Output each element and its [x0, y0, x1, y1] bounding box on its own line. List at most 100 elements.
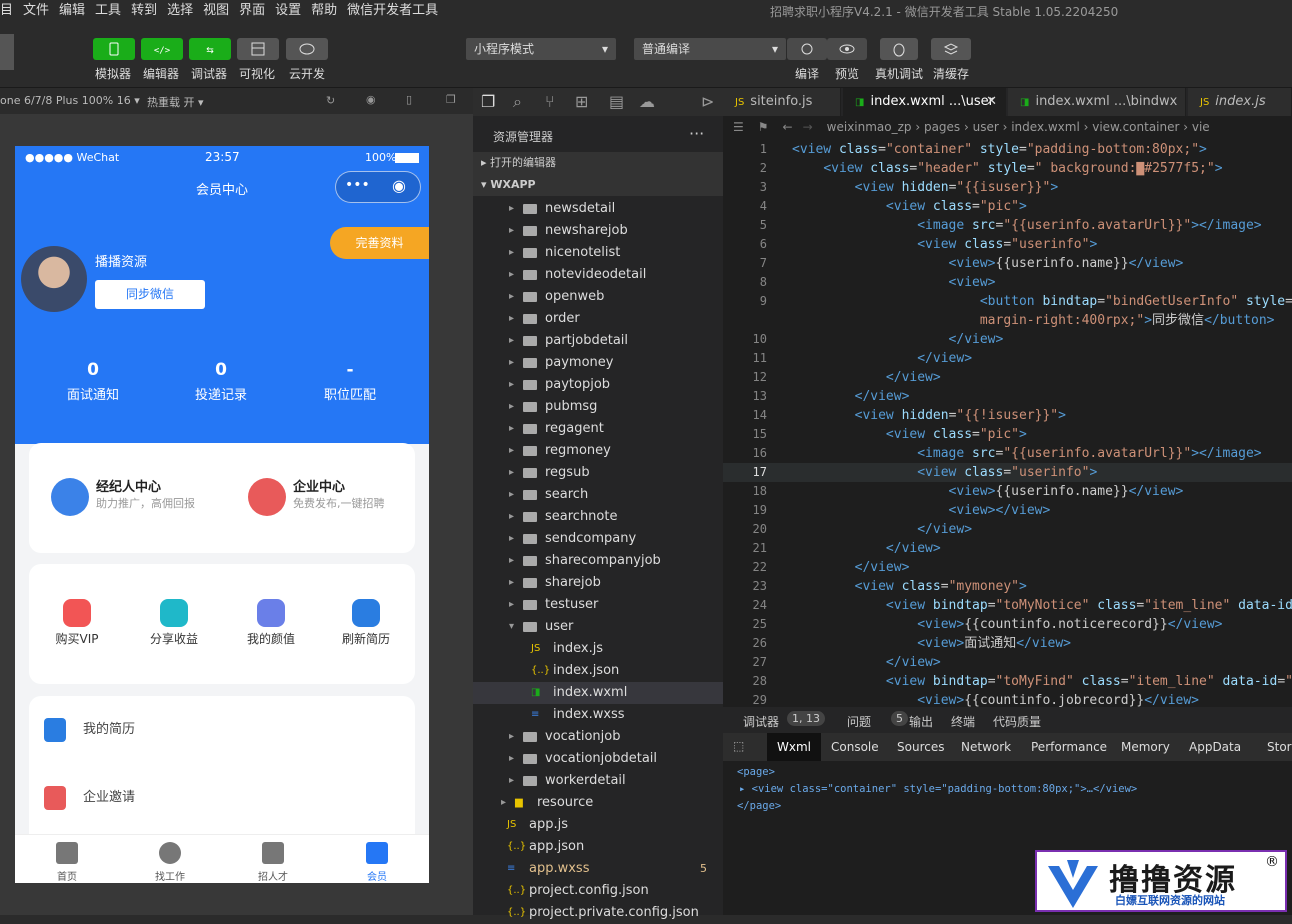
capsule-menu[interactable]: ••• ◉: [335, 171, 421, 203]
back-icon[interactable]: ←: [783, 120, 793, 134]
simulator-toggle-button[interactable]: [93, 38, 135, 60]
grid-item-label[interactable]: 购买VIP: [37, 630, 117, 647]
tree-file[interactable]: ≡ index.wxss: [473, 704, 723, 726]
list-item-label[interactable]: 我的简历: [83, 718, 135, 737]
extensions-icon[interactable]: ⊞: [575, 92, 588, 111]
more-icon[interactable]: ···: [689, 124, 704, 143]
menu-item[interactable]: 文件: [23, 0, 49, 22]
tree-folder[interactable]: ▸ paytopjob: [473, 374, 723, 396]
grid-item-label[interactable]: 我的颜值: [231, 630, 311, 647]
debug-tab[interactable]: 输出: [909, 713, 933, 730]
code-line[interactable]: 28 <view bindtap="toMyFind" class="item_…: [723, 672, 1292, 691]
debug-tab[interactable]: 问题: [847, 713, 871, 730]
debug-tab[interactable]: 终端: [951, 713, 975, 730]
menu-item[interactable]: 工具: [95, 0, 121, 22]
window-icon[interactable]: ❐: [446, 93, 456, 106]
stop-icon[interactable]: ◉: [366, 93, 376, 106]
stat-label[interactable]: 投递记录: [171, 384, 271, 403]
tree-folder[interactable]: ▸ openweb: [473, 286, 723, 308]
menu-item[interactable]: 微信开发者工具: [347, 0, 438, 22]
menu-item[interactable]: 转到: [131, 0, 157, 22]
stat-label[interactable]: 面试通知: [43, 384, 143, 403]
tree-file[interactable]: ◨ index.wxml: [473, 682, 723, 704]
code-line[interactable]: 24 <view bindtap="toMyNotice" class="ite…: [723, 596, 1292, 615]
tree-folder[interactable]: ▸ searchnote: [473, 506, 723, 528]
code-line[interactable]: 29 <view>{{countinfo.jobrecord}}</view>: [723, 691, 1292, 707]
visual-toggle-button[interactable]: [237, 38, 279, 60]
complete-profile-button[interactable]: 完善资料: [330, 227, 429, 259]
tree-folder[interactable]: ▸ sendcompany: [473, 528, 723, 550]
tree-file[interactable]: ≡ app.wxss 5: [473, 858, 723, 880]
code-line[interactable]: 10 </view>: [723, 330, 1292, 349]
list-icon[interactable]: ☰: [733, 120, 744, 134]
editor-tab[interactable]: ◨ index.wxml ...\user ✕: [843, 88, 1006, 116]
editor-tab[interactable]: JS index.js: [1188, 88, 1292, 116]
tree-folder[interactable]: ▸ workerdetail: [473, 770, 723, 792]
git-icon[interactable]: ⑂: [545, 92, 555, 111]
menu-item[interactable]: 目: [0, 0, 13, 22]
tree-folder[interactable]: ▸ partjobdetail: [473, 330, 723, 352]
close-target-icon[interactable]: ◉: [392, 176, 406, 195]
editor-tab[interactable]: JS siteinfo.js: [723, 88, 841, 116]
editor-tab[interactable]: ◨ index.wxml ...\bindwx: [1008, 88, 1186, 116]
forward-icon[interactable]: →: [803, 120, 813, 134]
bookmark-icon[interactable]: ⚑: [758, 120, 769, 134]
code-line[interactable]: 8 <view>: [723, 273, 1292, 292]
code-line[interactable]: 26 <view>面试通知</view>: [723, 634, 1292, 653]
docker-icon[interactable]: ☁: [639, 92, 655, 111]
editor-toggle-button[interactable]: </>: [141, 38, 183, 60]
close-icon[interactable]: ✕: [986, 88, 997, 116]
code-line[interactable]: 15 <view class="pic">: [723, 425, 1292, 444]
clear-cache-button[interactable]: [931, 38, 971, 60]
code-line[interactable]: 17 <view class="userinfo">: [723, 463, 1292, 482]
tree-folder[interactable]: ▸ vocationjobdetail: [473, 748, 723, 770]
wxml-node[interactable]: <page>: [737, 766, 775, 778]
tree-folder[interactable]: ▸ regmoney: [473, 440, 723, 462]
tree-folder[interactable]: ▸ newsharejob: [473, 220, 723, 242]
code-line[interactable]: 4 <view class="pic">: [723, 197, 1292, 216]
mode-select[interactable]: 小程序模式 ▾: [466, 38, 616, 60]
tree-file[interactable]: {..} index.json: [473, 660, 723, 682]
code-line[interactable]: 12 </view>: [723, 368, 1292, 387]
code-line[interactable]: 6 <view class="userinfo">: [723, 235, 1292, 254]
tree-file[interactable]: {..} app.json: [473, 836, 723, 858]
menu-item[interactable]: 界面: [239, 0, 265, 22]
code-line[interactable]: 18 <view>{{userinfo.name}}</view>: [723, 482, 1292, 501]
menu-item[interactable]: 视图: [203, 0, 229, 22]
tree-file[interactable]: ▸ ▆ resource: [473, 792, 723, 814]
tree-folder[interactable]: ▸ newsdetail: [473, 198, 723, 220]
user-icon[interactable]: [366, 842, 388, 864]
devtools-tab[interactable]: Wxml: [767, 733, 821, 761]
code-line[interactable]: 20 </view>: [723, 520, 1292, 539]
tree-folder[interactable]: ▸ regsub: [473, 462, 723, 484]
list-item-label[interactable]: 企业邀请: [83, 786, 135, 805]
collapse-panel-icon[interactable]: ⊳: [701, 92, 714, 111]
search-icon[interactable]: [159, 842, 181, 864]
wxml-node[interactable]: ▸ <view class="container" style="padding…: [739, 783, 1137, 795]
code-line[interactable]: 5 <image src="{{userinfo.avatarUrl}}"></…: [723, 216, 1292, 235]
agent-center-title[interactable]: 经纪人中心: [96, 476, 161, 495]
preview-button[interactable]: [827, 38, 867, 60]
device-select[interactable]: one 6/7/8 Plus 100% 16 ▾: [0, 94, 140, 107]
tree-folder[interactable]: ▸ sharecompanyjob: [473, 550, 723, 572]
code-line[interactable]: 14 <view hidden="{{!isuser}}">: [723, 406, 1292, 425]
open-editors-section[interactable]: ▸ 打开的编辑器: [473, 152, 723, 174]
code-line[interactable]: 22 </view>: [723, 558, 1292, 577]
files-icon[interactable]: ❐: [481, 92, 495, 111]
tree-folder[interactable]: ▸ vocationjob: [473, 726, 723, 748]
company-center-title[interactable]: 企业中心: [293, 476, 345, 495]
rotate-icon[interactable]: ↻: [326, 94, 335, 107]
wxapp-section[interactable]: ▾ WXAPP: [473, 174, 723, 196]
cloud-dev-button[interactable]: [286, 38, 328, 60]
tree-folder[interactable]: ▸ notevideodetail: [473, 264, 723, 286]
code-line[interactable]: 25 <view>{{countinfo.noticerecord}}</vie…: [723, 615, 1292, 634]
debugger-toggle-button[interactable]: ⇆: [189, 38, 231, 60]
compile-button[interactable]: [787, 38, 827, 60]
debug-tab[interactable]: 代码质量: [993, 713, 1041, 730]
tree-folder[interactable]: ▸ testuser: [473, 594, 723, 616]
tree-folder[interactable]: ▸ order: [473, 308, 723, 330]
tab-bar-label[interactable]: 首页: [37, 868, 97, 883]
devtools-tab[interactable]: Console: [821, 733, 889, 761]
menu-item[interactable]: 编辑: [59, 0, 85, 22]
inspect-icon[interactable]: ⬚: [733, 739, 744, 753]
